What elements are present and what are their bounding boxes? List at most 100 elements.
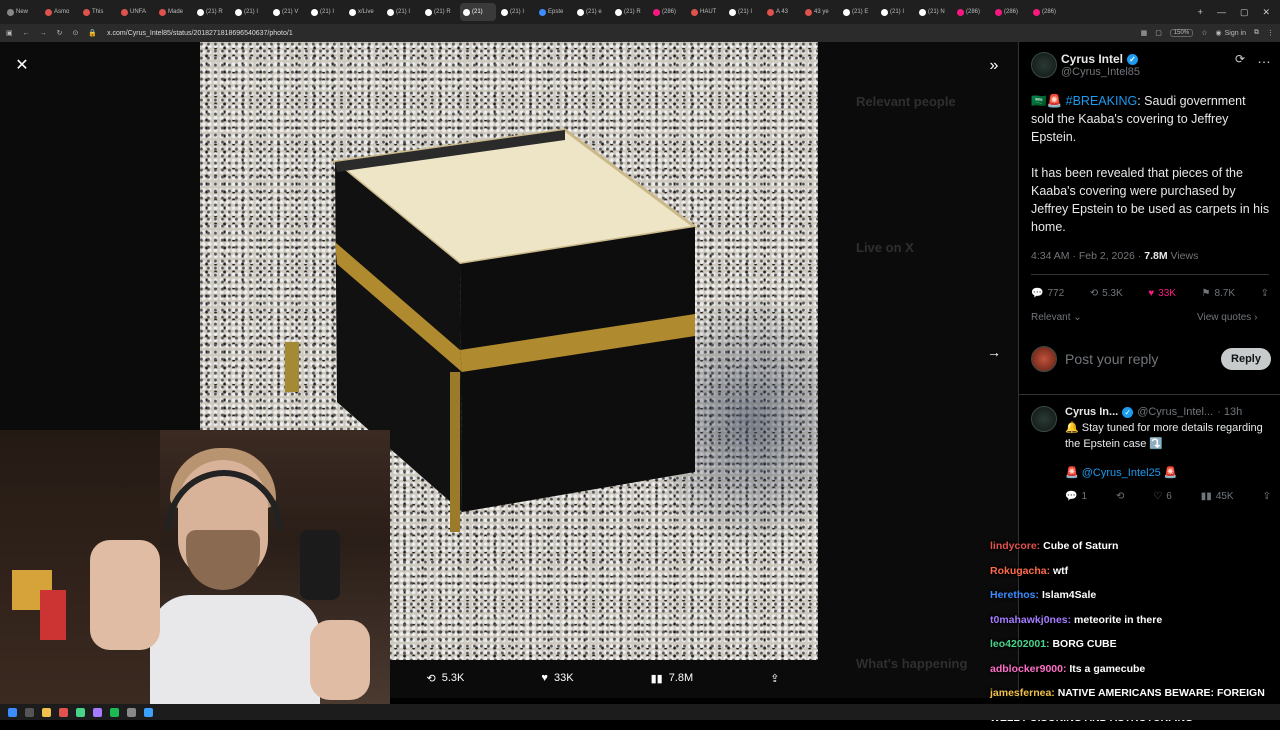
browser-tab[interactable]: Epste [536, 3, 572, 21]
author-name[interactable]: Cyrus Intel [1061, 52, 1123, 66]
browser-tab[interactable]: (286) [992, 3, 1028, 21]
browser-tab[interactable]: New [4, 3, 40, 21]
browser-tab[interactable]: (286) [954, 3, 990, 21]
expand-panel-button[interactable]: » [982, 54, 1006, 78]
reply-item[interactable]: Cyrus In... ✓ @Cyrus_Intel... · 13h 🔔 St… [1031, 406, 1271, 502]
author-handle[interactable]: @Cyrus_Intel85 [1061, 66, 1140, 78]
menu-icon[interactable]: ⋮ [1267, 29, 1274, 37]
browser-tab[interactable]: (21) V [270, 3, 306, 21]
browser-tab[interactable]: UNFA [118, 3, 154, 21]
chat-username[interactable]: adblocker9000: [990, 663, 1069, 675]
reply-author-avatar[interactable] [1031, 406, 1057, 432]
close-window-icon[interactable]: ✕ [1262, 7, 1270, 18]
browser-tab[interactable]: (21) I [308, 3, 344, 21]
reply-reply-button[interactable]: 💬1 [1065, 491, 1087, 502]
zoom-indicator[interactable]: 150% [1170, 29, 1193, 37]
spotify-icon[interactable] [110, 708, 119, 717]
browser-tab[interactable]: (21) I [878, 3, 914, 21]
browser-tab[interactable]: (21) I [384, 3, 420, 21]
app-icon[interactable] [59, 708, 68, 717]
browser-tab[interactable]: x/Live [346, 3, 382, 21]
maximize-icon[interactable]: ▢ [1240, 7, 1249, 18]
chat-username[interactable]: jamesfernea: [990, 687, 1058, 699]
browser-tab[interactable]: HAUT [688, 3, 724, 21]
reload-icon[interactable]: ↻ [57, 29, 63, 37]
photo-retweet-button[interactable]: ⟲5.3K [427, 672, 465, 685]
browser-tab[interactable]: Asmo [42, 3, 78, 21]
app-icon[interactable] [76, 708, 85, 717]
next-image-button[interactable]: → [982, 340, 1006, 364]
view-quotes-link[interactable]: View quotes › [1197, 312, 1257, 323]
tab-favicon-icon [159, 9, 166, 16]
screenshot-icon[interactable]: ▢ [1155, 29, 1162, 37]
forward-icon[interactable]: → [40, 30, 47, 37]
url-field[interactable]: x.com/Cyrus_Intel85/status/2018271818696… [107, 30, 293, 37]
tweet-stats-row: 💬772 ⟲5.3K ♥33K ⚑8.7K ⇪ [1031, 288, 1269, 299]
reply-stat-button[interactable]: 💬772 [1031, 288, 1064, 299]
browser-tab[interactable]: (21) R [422, 3, 458, 21]
more-options-icon[interactable]: … [1257, 50, 1271, 66]
author-avatar[interactable] [1031, 52, 1057, 78]
relevant-sort-dropdown[interactable]: Relevant ⌄ [1031, 312, 1082, 323]
app-icon[interactable] [127, 708, 136, 717]
grok-icon[interactable]: ⟳ [1235, 52, 1245, 66]
sign-in-button[interactable]: ◉Sign in [1215, 29, 1246, 37]
reply-author-name[interactable]: Cyrus In... [1065, 406, 1118, 418]
account-icon: ◉ [1215, 29, 1221, 37]
star-icon[interactable]: ☆ [1201, 29, 1207, 37]
reply-mention-link[interactable]: @Cyrus_Intel25 [1082, 467, 1161, 479]
tweet-timestamp[interactable]: 4:34 AM · Feb 2, 2026 · [1031, 250, 1141, 262]
hashtag-link[interactable]: #BREAKING [1066, 94, 1138, 108]
chat-username[interactable]: lindycore: [990, 540, 1043, 552]
search-icon[interactable] [25, 708, 34, 717]
browser-tab[interactable]: (21) R [612, 3, 648, 21]
back-icon[interactable]: ← [23, 30, 30, 37]
tab-label: New [16, 9, 28, 15]
browser-tab[interactable]: Made [156, 3, 192, 21]
site-info-icon[interactable]: ⊙ [73, 29, 79, 37]
like-stat-button[interactable]: ♥33K [1148, 288, 1176, 299]
browser-tab[interactable]: (21) R [194, 3, 230, 21]
close-viewer-button[interactable]: ✕ [10, 54, 34, 78]
browser-tab[interactable]: A 43 [764, 3, 800, 21]
folder-icon[interactable] [42, 708, 51, 717]
browser-tab[interactable]: (21) I [726, 3, 762, 21]
chat-username[interactable]: t0mahawkj0nes: [990, 614, 1074, 626]
browser-tab[interactable]: (286) [650, 3, 686, 21]
browser-tab[interactable]: (21) N [916, 3, 952, 21]
reply-like-button[interactable]: ♡6 [1153, 491, 1172, 502]
tab-label: (286) [1042, 9, 1056, 15]
photo-share-button[interactable]: ⇪ [770, 672, 779, 685]
photo-views-button[interactable]: ▮▮7.8M [651, 672, 694, 685]
reply-input[interactable]: Post your reply [1065, 351, 1158, 367]
app-icon[interactable] [93, 708, 102, 717]
chat-username[interactable]: Herethos: [990, 589, 1042, 601]
retweet-stat-button[interactable]: ⟲5.3K [1090, 288, 1123, 299]
share-stat-button[interactable]: ⇪ [1261, 288, 1269, 299]
tab-label: (21) I [244, 9, 258, 15]
tab-label: Made [168, 9, 183, 15]
minimize-icon[interactable]: — [1217, 7, 1226, 18]
browser-tab[interactable]: 43 ye [802, 3, 838, 21]
app-icon[interactable] [144, 708, 153, 717]
reply-share-button[interactable]: ⇪ [1263, 491, 1271, 502]
photo-like-button[interactable]: ♥33K [541, 672, 573, 684]
reply-retweet-button[interactable]: ⟲ [1116, 491, 1124, 502]
sidebar-toggle-icon[interactable]: ▣ [6, 29, 13, 37]
browser-tab[interactable]: This [80, 3, 116, 21]
browser-tab[interactable]: (21) [460, 3, 496, 21]
reply-views-button[interactable]: ▮▮45K [1201, 491, 1234, 502]
browser-tab[interactable]: (286) [1030, 3, 1066, 21]
chat-username[interactable]: leo4202001: [990, 638, 1052, 650]
browser-tab[interactable]: (21) I [498, 3, 534, 21]
extensions-icon[interactable]: ⧉ [1254, 29, 1259, 37]
start-icon[interactable] [8, 708, 17, 717]
browser-tab[interactable]: (21) e [574, 3, 610, 21]
reply-button[interactable]: Reply [1221, 348, 1271, 370]
chat-username[interactable]: Rokugacha: [990, 565, 1053, 577]
bookmark-stat-button[interactable]: ⚑8.7K [1201, 288, 1235, 299]
browser-tab[interactable]: (21) E [840, 3, 876, 21]
browser-tab[interactable]: (21) I [232, 3, 268, 21]
new-tab-icon[interactable]: + [1198, 7, 1203, 18]
qr-icon[interactable]: ▦ [1141, 29, 1148, 37]
